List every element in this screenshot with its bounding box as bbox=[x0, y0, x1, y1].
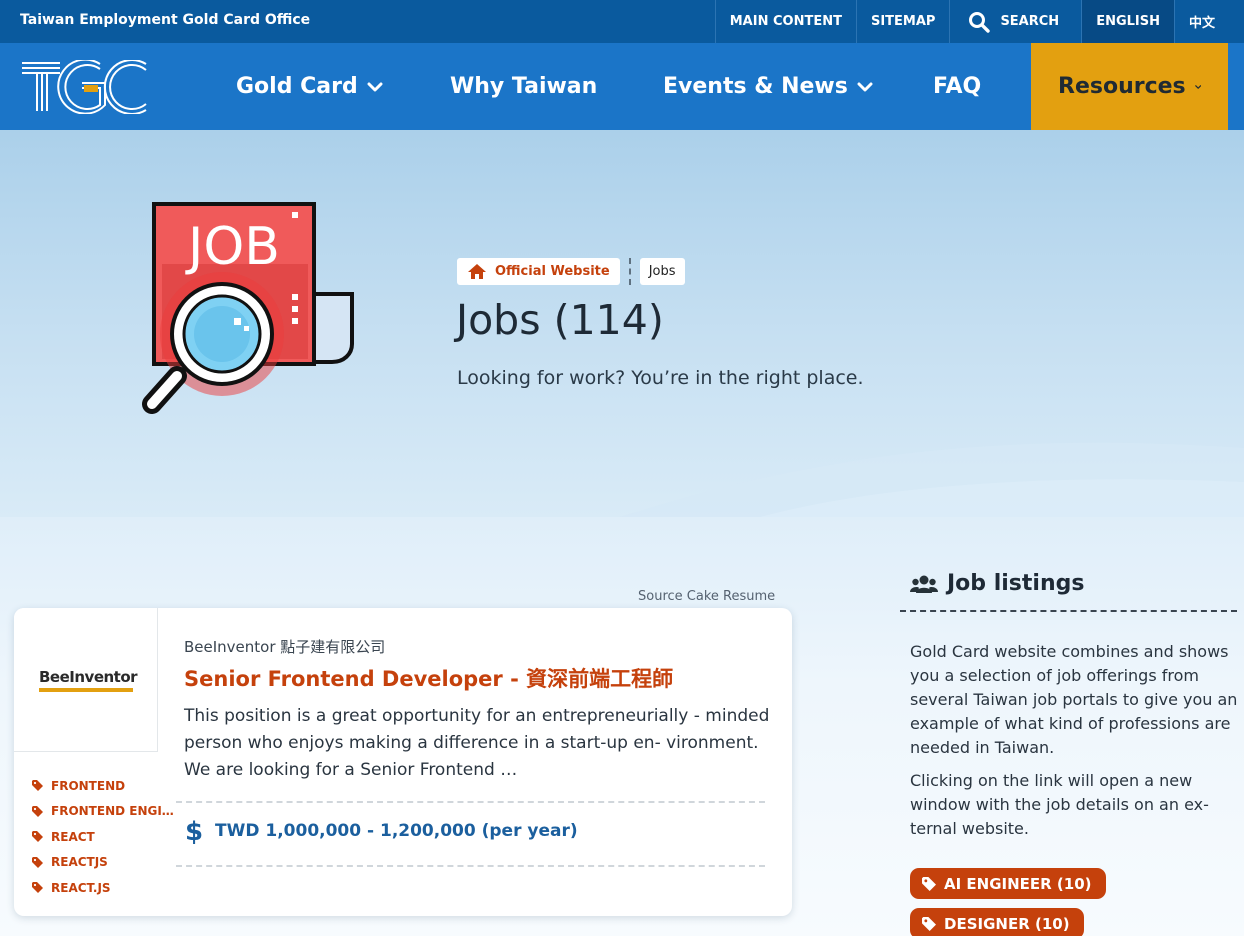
users-icon bbox=[910, 575, 938, 593]
job-salary-text: TWD 1,000,000 - 1,200,000 (per year) bbox=[215, 821, 578, 841]
nav-why-taiwan[interactable]: Why Taiwan bbox=[450, 43, 597, 130]
chevron-down-icon bbox=[857, 82, 873, 91]
office-name: Taiwan Employment Gold Card Office bbox=[20, 12, 311, 28]
tag-icon bbox=[32, 805, 43, 817]
job-tag-label: REACT bbox=[51, 829, 95, 844]
sidebar-paragraph: Gold Card website combines and shows you… bbox=[910, 642, 1238, 757]
main-content-link[interactable]: MAIN CONTENT bbox=[714, 0, 856, 43]
job-card[interactable]: BeeInventor FRONTEND FRONTEND ENGI… REAC… bbox=[14, 608, 792, 916]
svg-text:$: $ bbox=[186, 818, 202, 844]
job-tag[interactable]: FRONTEND bbox=[32, 773, 174, 799]
page-title: Jobs (114) bbox=[456, 296, 664, 344]
category-designer[interactable]: DESIGNER (10) bbox=[910, 908, 1084, 936]
tag-icon bbox=[32, 780, 43, 792]
chevron-down-icon bbox=[367, 82, 383, 91]
top-links: MAIN CONTENT SITEMAP SEARCH ENGLISH 中文 bbox=[714, 0, 1229, 43]
main-navigation: Gold Card Why Taiwan Events & News FAQ R… bbox=[0, 43, 1244, 130]
home-icon bbox=[468, 264, 486, 279]
job-tag[interactable]: REACT bbox=[32, 824, 174, 850]
search-icon bbox=[969, 11, 991, 33]
language-chinese-link[interactable]: 中文 bbox=[1173, 0, 1229, 43]
job-icon-text: JOB bbox=[185, 217, 280, 277]
breadcrumb-separator bbox=[628, 258, 631, 285]
job-description: This position is a great opportunity for… bbox=[184, 706, 770, 780]
dollar-icon: $ bbox=[186, 818, 202, 844]
breadcrumb-home-label: Official Website bbox=[495, 264, 610, 279]
job-tag-label: FRONTEND bbox=[51, 778, 126, 793]
breadcrumb: Official Website Jobs bbox=[457, 258, 685, 285]
job-tag-label: REACT.JS bbox=[51, 880, 111, 895]
company-logo-box: BeeInventor bbox=[14, 608, 158, 752]
nav-resources-label: Resources bbox=[1058, 74, 1186, 99]
job-tag[interactable]: REACT.JS bbox=[32, 875, 174, 901]
job-tag-label: REACTJS bbox=[51, 855, 108, 870]
tag-icon bbox=[32, 831, 43, 843]
company-name: BeeInventor 點子建有限公司 bbox=[184, 638, 386, 656]
nav-gold-card[interactable]: Gold Card bbox=[236, 43, 383, 130]
category-ai-engineer[interactable]: AI ENGINEER (10) bbox=[910, 868, 1106, 899]
search-button[interactable]: SEARCH bbox=[949, 0, 1081, 43]
sidebar-title-text: Job listings bbox=[947, 571, 1085, 596]
language-english-link[interactable]: ENGLISH bbox=[1081, 0, 1174, 43]
tag-icon bbox=[32, 882, 43, 894]
sitemap-link[interactable]: SITEMAP bbox=[855, 0, 949, 43]
job-title-link[interactable]: Senior Frontend Developer - 資深前端工程師 bbox=[184, 663, 673, 693]
page-hero: JOB Official Website Jobs Jobs (114) Loo… bbox=[0, 130, 1244, 517]
nav-events-news-label: Events & News bbox=[663, 74, 848, 99]
company-logo-text: BeeInventor bbox=[39, 668, 138, 686]
divider bbox=[176, 865, 765, 867]
sidebar-paragraph: Clicking on the link will open a new win… bbox=[910, 771, 1209, 838]
sidebar-title: Job listings bbox=[910, 571, 1084, 596]
tag-icon bbox=[32, 856, 43, 868]
nav-gold-card-label: Gold Card bbox=[236, 74, 358, 99]
job-salary: $ TWD 1,000,000 - 1,200,000 (per year) bbox=[186, 818, 578, 844]
tag-icon bbox=[922, 876, 936, 891]
nav-faq[interactable]: FAQ bbox=[933, 43, 981, 130]
company-logo: BeeInventor bbox=[39, 668, 138, 692]
chevron-down-icon bbox=[1194, 84, 1201, 89]
job-search-illustration: JOB bbox=[142, 202, 354, 414]
sidebar-divider bbox=[900, 610, 1237, 612]
breadcrumb-home-link[interactable]: Official Website bbox=[457, 258, 620, 285]
listing-source: Source Cake Resume bbox=[638, 589, 776, 604]
company-logo-bar bbox=[39, 688, 133, 692]
job-tag[interactable]: REACTJS bbox=[32, 850, 174, 876]
job-tag-label: FRONTEND ENGI… bbox=[51, 804, 174, 819]
tgc-logo[interactable] bbox=[20, 60, 148, 114]
page-subtitle: Looking for work? You’re in the right pl… bbox=[457, 367, 864, 389]
nav-resources[interactable]: Resources bbox=[1031, 43, 1228, 130]
category-label: AI ENGINEER (10) bbox=[944, 874, 1092, 893]
job-tags: FRONTEND FRONTEND ENGI… REACT REACTJS RE… bbox=[32, 773, 174, 901]
tag-icon bbox=[922, 916, 936, 931]
divider bbox=[176, 801, 765, 803]
nav-events-news[interactable]: Events & News bbox=[663, 43, 873, 130]
category-label: DESIGNER (10) bbox=[944, 914, 1070, 933]
breadcrumb-current: Jobs bbox=[639, 258, 685, 285]
search-label: SEARCH bbox=[1000, 14, 1060, 29]
job-tag[interactable]: FRONTEND ENGI… bbox=[32, 799, 174, 825]
top-utility-bar: Taiwan Employment Gold Card Office MAIN … bbox=[0, 0, 1244, 43]
